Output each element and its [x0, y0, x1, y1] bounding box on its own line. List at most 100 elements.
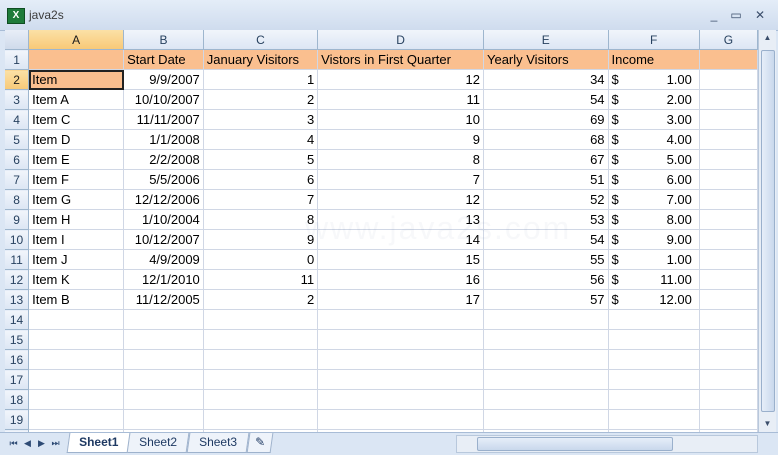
tab-sheet3[interactable]: Sheet3 — [186, 433, 250, 453]
next-sheet-icon[interactable]: ▶ — [36, 437, 47, 449]
cell-a[interactable]: Item J — [28, 249, 125, 270]
cell-b[interactable] — [123, 329, 204, 350]
column-header-e[interactable]: E — [483, 30, 609, 50]
cell-f[interactable] — [608, 349, 700, 370]
cell-a[interactable]: Item I — [28, 229, 125, 250]
tab-sheet1[interactable]: Sheet1 — [66, 433, 131, 453]
column-header-f[interactable]: F — [608, 30, 700, 50]
cell-g[interactable] — [699, 349, 758, 370]
cell-g[interactable] — [699, 309, 758, 330]
cell-f[interactable]: $4.00 — [608, 129, 700, 150]
cell-b[interactable]: 11/11/2007 — [123, 109, 204, 130]
cell-d[interactable] — [317, 389, 484, 410]
cell-d[interactable]: Vistors in First Quarter — [317, 49, 484, 70]
cell-c[interactable] — [203, 349, 319, 370]
cell-e[interactable]: 57 — [483, 289, 609, 310]
cell-d[interactable]: 16 — [317, 269, 484, 290]
cell-f[interactable]: $11.00 — [608, 269, 700, 290]
cell-f[interactable] — [608, 409, 700, 430]
cell-g[interactable] — [699, 369, 758, 390]
cell-e[interactable] — [483, 369, 609, 390]
cell-e[interactable]: 53 — [483, 209, 609, 230]
row-header[interactable]: 1 — [5, 49, 30, 70]
close-button[interactable]: ✕ — [750, 7, 770, 23]
cell-e[interactable]: 68 — [483, 129, 609, 150]
cell-e[interactable]: 34 — [483, 69, 609, 90]
row-header[interactable]: 17 — [5, 369, 30, 390]
cell-a[interactable] — [28, 329, 125, 350]
cell-c[interactable] — [203, 389, 319, 410]
cell-d[interactable]: 17 — [317, 289, 484, 310]
cell-d[interactable]: 14 — [317, 229, 484, 250]
cell-b[interactable] — [123, 349, 204, 370]
row-header[interactable]: 13 — [5, 289, 30, 310]
cell-d[interactable]: 10 — [317, 109, 484, 130]
cell-d[interactable]: 15 — [317, 249, 484, 270]
cell-d[interactable] — [317, 349, 484, 370]
cell-f[interactable] — [608, 329, 700, 350]
horizontal-scroll-thumb[interactable] — [477, 437, 673, 451]
row-header[interactable]: 14 — [5, 309, 30, 330]
cell-f[interactable]: $7.00 — [608, 189, 700, 210]
cell-g[interactable] — [699, 49, 758, 70]
row-header[interactable]: 15 — [5, 329, 30, 350]
cell-a[interactable] — [28, 349, 125, 370]
cell-g[interactable] — [699, 209, 758, 230]
cell-e[interactable]: 67 — [483, 149, 609, 170]
scroll-up-icon[interactable]: ▲ — [759, 30, 776, 46]
cell-a[interactable] — [28, 389, 125, 410]
cell-c[interactable]: 6 — [203, 169, 319, 190]
cell-f[interactable]: $6.00 — [608, 169, 700, 190]
cell-f[interactable] — [608, 369, 700, 390]
cell-b[interactable]: 12/12/2006 — [123, 189, 204, 210]
cell-b[interactable]: 10/10/2007 — [123, 89, 204, 110]
cell-g[interactable] — [699, 289, 758, 310]
cell-g[interactable] — [699, 89, 758, 110]
cell-a[interactable]: Item A — [28, 89, 125, 110]
cell-b[interactable]: 4/9/2009 — [123, 249, 204, 270]
column-header-b[interactable]: B — [123, 30, 204, 50]
cell-g[interactable] — [699, 269, 758, 290]
cell-b[interactable] — [123, 409, 204, 430]
cell-d[interactable]: 12 — [317, 69, 484, 90]
row-header[interactable]: 12 — [5, 269, 30, 290]
row-header[interactable]: 19 — [5, 409, 30, 430]
cell-a[interactable]: Item F — [28, 169, 125, 190]
cell-d[interactable]: 12 — [317, 189, 484, 210]
cell-e[interactable] — [483, 349, 609, 370]
cell-f[interactable]: Income — [608, 49, 700, 70]
cell-e[interactable] — [483, 389, 609, 410]
cell-f[interactable]: $1.00 — [608, 249, 700, 270]
cell-g[interactable] — [699, 389, 758, 410]
cell-a[interactable] — [28, 369, 125, 390]
cell-a[interactable]: Item G — [28, 189, 125, 210]
cell-c[interactable]: 2 — [203, 89, 319, 110]
column-header-d[interactable]: D — [317, 30, 484, 50]
cell-b[interactable]: 1/1/2008 — [123, 129, 204, 150]
cell-c[interactable]: 11 — [203, 269, 319, 290]
cell-c[interactable]: 3 — [203, 109, 319, 130]
scroll-down-icon[interactable]: ▼ — [759, 416, 776, 432]
horizontal-scrollbar[interactable] — [456, 435, 758, 453]
cell-c[interactable]: 9 — [203, 229, 319, 250]
cell-g[interactable] — [699, 169, 758, 190]
cell-e[interactable]: Yearly Visitors — [483, 49, 609, 70]
column-header-a[interactable]: A — [28, 30, 125, 50]
cell-c[interactable] — [203, 369, 319, 390]
cell-g[interactable] — [699, 149, 758, 170]
select-all-corner[interactable] — [5, 30, 30, 50]
cell-b[interactable]: 12/1/2010 — [123, 269, 204, 290]
cell-e[interactable]: 51 — [483, 169, 609, 190]
cell-d[interactable] — [317, 309, 484, 330]
cell-a[interactable]: Item B — [28, 289, 125, 310]
cell-d[interactable] — [317, 409, 484, 430]
row-header[interactable]: 11 — [5, 249, 30, 270]
cell-c[interactable]: 4 — [203, 129, 319, 150]
prev-sheet-icon[interactable]: ◀ — [22, 437, 33, 449]
cell-b[interactable]: 5/5/2006 — [123, 169, 204, 190]
cell-d[interactable] — [317, 329, 484, 350]
cell-c[interactable] — [203, 409, 319, 430]
cell-b[interactable]: 11/12/2005 — [123, 289, 204, 310]
row-header[interactable]: 7 — [5, 169, 30, 190]
cell-f[interactable]: $9.00 — [608, 229, 700, 250]
